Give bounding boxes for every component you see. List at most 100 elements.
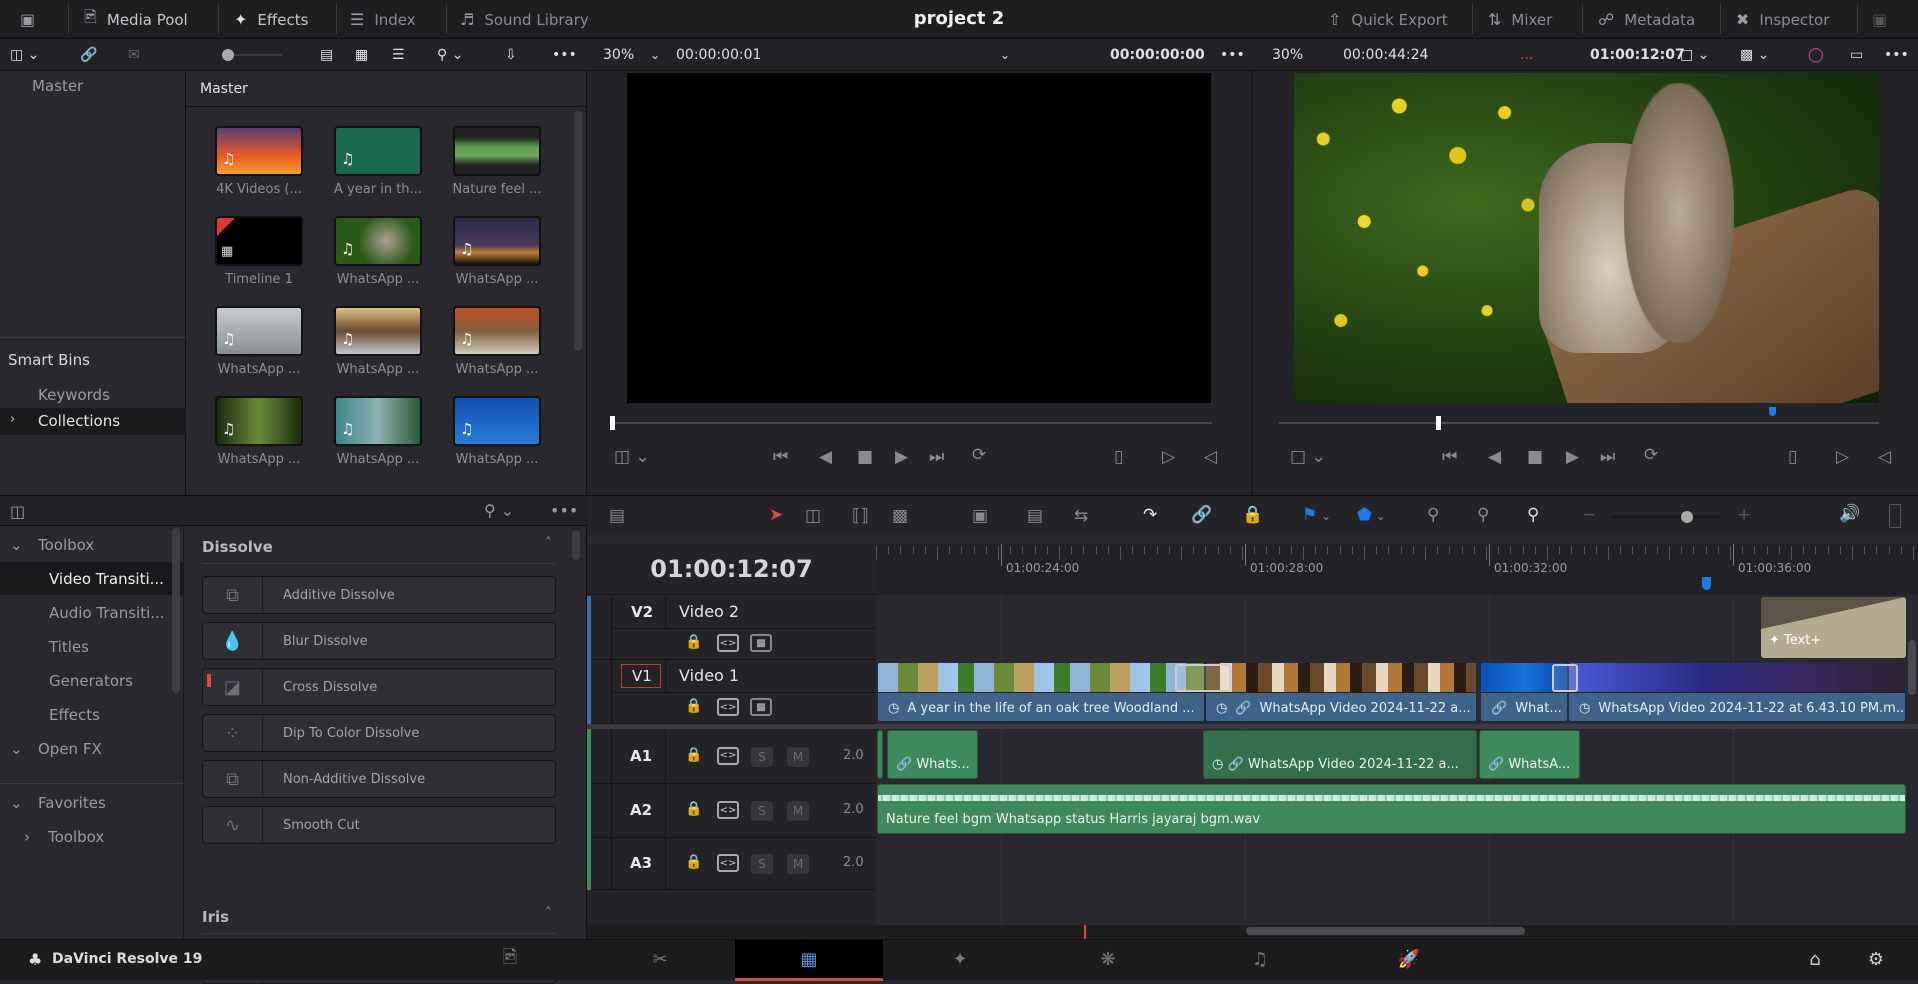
track-header-a1[interactable]: A1 🔒 <> S M 2.0 bbox=[587, 729, 876, 784]
panel-toggle-icon[interactable]: ◫ bbox=[10, 502, 25, 521]
page-cut-icon[interactable]: ✂ bbox=[640, 939, 680, 980]
media-clip-thumbnail[interactable]: ♫ bbox=[215, 306, 303, 356]
mute-button[interactable]: M bbox=[787, 746, 809, 767]
zoom-detail-icon[interactable]: ⚲ bbox=[1477, 505, 1489, 525]
mark-out-icon[interactable]: ◁ bbox=[1204, 447, 1217, 467]
blade-tool-icon[interactable]: ▩ bbox=[892, 506, 908, 526]
more-options-icon[interactable]: ••• bbox=[550, 501, 578, 520]
effect-item[interactable]: ⁘ Dip To Color Dissolve bbox=[202, 714, 556, 752]
effect-item[interactable]: 💧 Blur Dissolve bbox=[202, 622, 556, 660]
effects-tree-item[interactable]: Video Transiti... bbox=[0, 562, 183, 595]
favorites-heading[interactable]: ⌄ Favorites bbox=[0, 786, 183, 819]
timeline-view-options-icon[interactable]: ▤ bbox=[609, 506, 625, 526]
list-view-icon[interactable]: ☰ bbox=[392, 39, 405, 71]
match-frame-icon[interactable]: ▯ bbox=[1114, 447, 1123, 467]
viewer-more-icon[interactable]: ••• bbox=[1884, 39, 1909, 71]
match-frame-icon[interactable]: ▯ bbox=[1788, 447, 1797, 467]
auto-select-icon[interactable]: <> bbox=[717, 698, 739, 716]
program-scrubber[interactable] bbox=[1279, 422, 1879, 424]
marker-icon[interactable]: ⬟ ⌄ bbox=[1357, 505, 1386, 525]
play-icon[interactable]: ▶ bbox=[1566, 447, 1579, 467]
subtitle-icon[interactable]: ✉ bbox=[128, 39, 140, 71]
bin-keywords[interactable]: Keywords bbox=[38, 386, 110, 404]
replace-clip-icon[interactable]: ⇆ bbox=[1074, 506, 1088, 526]
position-lock-icon[interactable]: 🔒 bbox=[1242, 505, 1263, 525]
page-deliver-icon[interactable]: 🚀 bbox=[1389, 939, 1429, 980]
chevron-up-icon[interactable]: ˄ bbox=[545, 906, 552, 921]
media-clip-thumbnail[interactable]: ♫ bbox=[453, 306, 541, 356]
video-clip[interactable]: ◷ A year in the life of an oak tree Woodl… bbox=[877, 662, 1205, 722]
search-icon[interactable]: ⚲ ⌄ bbox=[484, 501, 514, 520]
audio-volume-icon[interactable]: 🔊 bbox=[1839, 504, 1860, 524]
mute-button[interactable]: M bbox=[787, 854, 809, 874]
video-clip[interactable]: ◷ WhatsApp Video 2024-11-22 at 6.43.10 PM… bbox=[1568, 662, 1906, 722]
jump-start-icon[interactable]: ⏮ bbox=[773, 447, 788, 467]
lock-icon[interactable]: 🔒 bbox=[685, 854, 702, 870]
panel-toggle-icon[interactable]: ◫ ⌄ bbox=[10, 39, 39, 71]
mark-out-icon[interactable]: ◁ bbox=[1878, 447, 1891, 467]
text-plus-clip[interactable]: ✦ Text+ bbox=[1761, 597, 1906, 658]
mixer-button[interactable]: ⇅ Mixer bbox=[1488, 0, 1552, 39]
video-clip[interactable]: ◷ 🔗 WhatsApp Video 2024-11-22 a... bbox=[1205, 662, 1477, 722]
zoom-full-icon[interactable]: ⚲ bbox=[1427, 505, 1439, 525]
favorites-toolbox[interactable]: › Toolbox bbox=[0, 820, 183, 853]
safe-area-icon[interactable]: □ ⌄ bbox=[1680, 39, 1709, 71]
media-pool-scrollbar[interactable] bbox=[574, 111, 582, 351]
source-scrubber[interactable] bbox=[612, 422, 1212, 424]
tree-scrollbar[interactable] bbox=[172, 528, 180, 693]
zoom-custom-icon[interactable]: ⚲ bbox=[1527, 505, 1539, 525]
source-zoom[interactable]: 30% bbox=[603, 39, 634, 71]
media-clip-thumbnail[interactable]: ▦ bbox=[215, 216, 303, 266]
home-icon[interactable]: ⌂ bbox=[1795, 939, 1835, 980]
page-color-icon[interactable]: ❋ bbox=[1088, 939, 1128, 980]
page-media-icon[interactable]: 🖻 bbox=[490, 939, 530, 980]
chevron-down-icon[interactable]: ⌄ bbox=[1000, 39, 1010, 71]
solo-button[interactable]: S bbox=[751, 746, 773, 767]
effect-item[interactable]: ⧉ Additive Dissolve bbox=[202, 576, 556, 614]
media-clip-thumbnail[interactable]: ♫ bbox=[334, 396, 422, 446]
marker-blue[interactable] bbox=[1769, 407, 1776, 416]
dynamic-trim-icon[interactable]: ⟦⟧ bbox=[852, 506, 869, 526]
transition[interactable] bbox=[1175, 664, 1231, 692]
track-name[interactable]: Video 2 bbox=[679, 602, 739, 621]
effects-tree-item[interactable]: ⌄ Toolbox bbox=[0, 528, 183, 561]
search-icon[interactable]: ⚲ ⌄ bbox=[437, 39, 463, 71]
media-clip-thumbnail[interactable]: ♫ bbox=[334, 126, 422, 176]
zoom-slider[interactable] bbox=[1611, 511, 1721, 523]
timeline-ruler[interactable]: 01:00:24:00 01:00:28:00 01:00:32:00 01:00:3… bbox=[876, 544, 1918, 595]
mark-in-icon[interactable]: ▷ bbox=[1162, 447, 1175, 467]
quick-export-button[interactable]: ⇧ Quick Export bbox=[1328, 0, 1448, 39]
auto-select-icon[interactable]: <> bbox=[717, 746, 739, 765]
effects-list-scrollbar[interactable] bbox=[572, 530, 580, 560]
media-clip-thumbnail[interactable]: ♫ bbox=[215, 126, 303, 176]
timeline-marker[interactable] bbox=[1702, 577, 1711, 590]
page-fairlight-icon[interactable]: ♫ bbox=[1240, 939, 1280, 980]
stop-icon[interactable]: ■ bbox=[857, 447, 873, 467]
effect-item[interactable]: ⧉ Non-Additive Dissolve bbox=[202, 760, 556, 798]
metadata-button[interactable]: ☍ Metadata bbox=[1598, 0, 1695, 39]
flag-icon[interactable]: ⚑ ⌄ bbox=[1302, 505, 1331, 525]
unlink-icon[interactable]: 🔗 bbox=[80, 39, 97, 71]
reverse-play-icon[interactable]: ◀ bbox=[1488, 447, 1501, 467]
track-header-v1[interactable]: V1 Video 1 🔒 <> ▩ bbox=[587, 660, 876, 724]
play-icon[interactable]: ▶ bbox=[895, 447, 908, 467]
sort-icon[interactable]: ⇩ bbox=[505, 39, 517, 71]
selection-tool-icon[interactable]: ➤ bbox=[769, 505, 783, 525]
effects-tree-item[interactable]: Titles bbox=[0, 630, 183, 663]
jump-end-icon[interactable]: ⏭ bbox=[929, 447, 944, 467]
thumbnail-size-slider[interactable] bbox=[222, 49, 282, 61]
reverse-play-icon[interactable]: ◀ bbox=[819, 447, 832, 467]
loop-icon[interactable]: ⟳ bbox=[972, 445, 986, 465]
jump-end-icon[interactable]: ⏭ bbox=[1600, 447, 1615, 467]
audio-clip[interactable]: ◷ 🔗 WhatsApp Video 2024-11-22 a... bbox=[1203, 730, 1477, 779]
page-edit-icon[interactable]: ▦ bbox=[789, 939, 829, 980]
source-playhead[interactable] bbox=[610, 416, 615, 430]
jump-start-icon[interactable]: ⏮ bbox=[1442, 447, 1457, 467]
hq-icon[interactable]: ▩ ⌄ bbox=[1740, 39, 1769, 71]
scrollbar-thumb[interactable] bbox=[1246, 927, 1525, 935]
metadata-view-icon[interactable]: ▤ bbox=[320, 39, 333, 71]
media-clip-thumbnail[interactable]: ♫ bbox=[334, 306, 422, 356]
mark-in-icon[interactable]: ▷ bbox=[1836, 447, 1849, 467]
chevron-up-icon[interactable]: ˄ bbox=[545, 536, 552, 551]
settings-gear-icon[interactable]: ⚙ bbox=[1856, 939, 1896, 980]
